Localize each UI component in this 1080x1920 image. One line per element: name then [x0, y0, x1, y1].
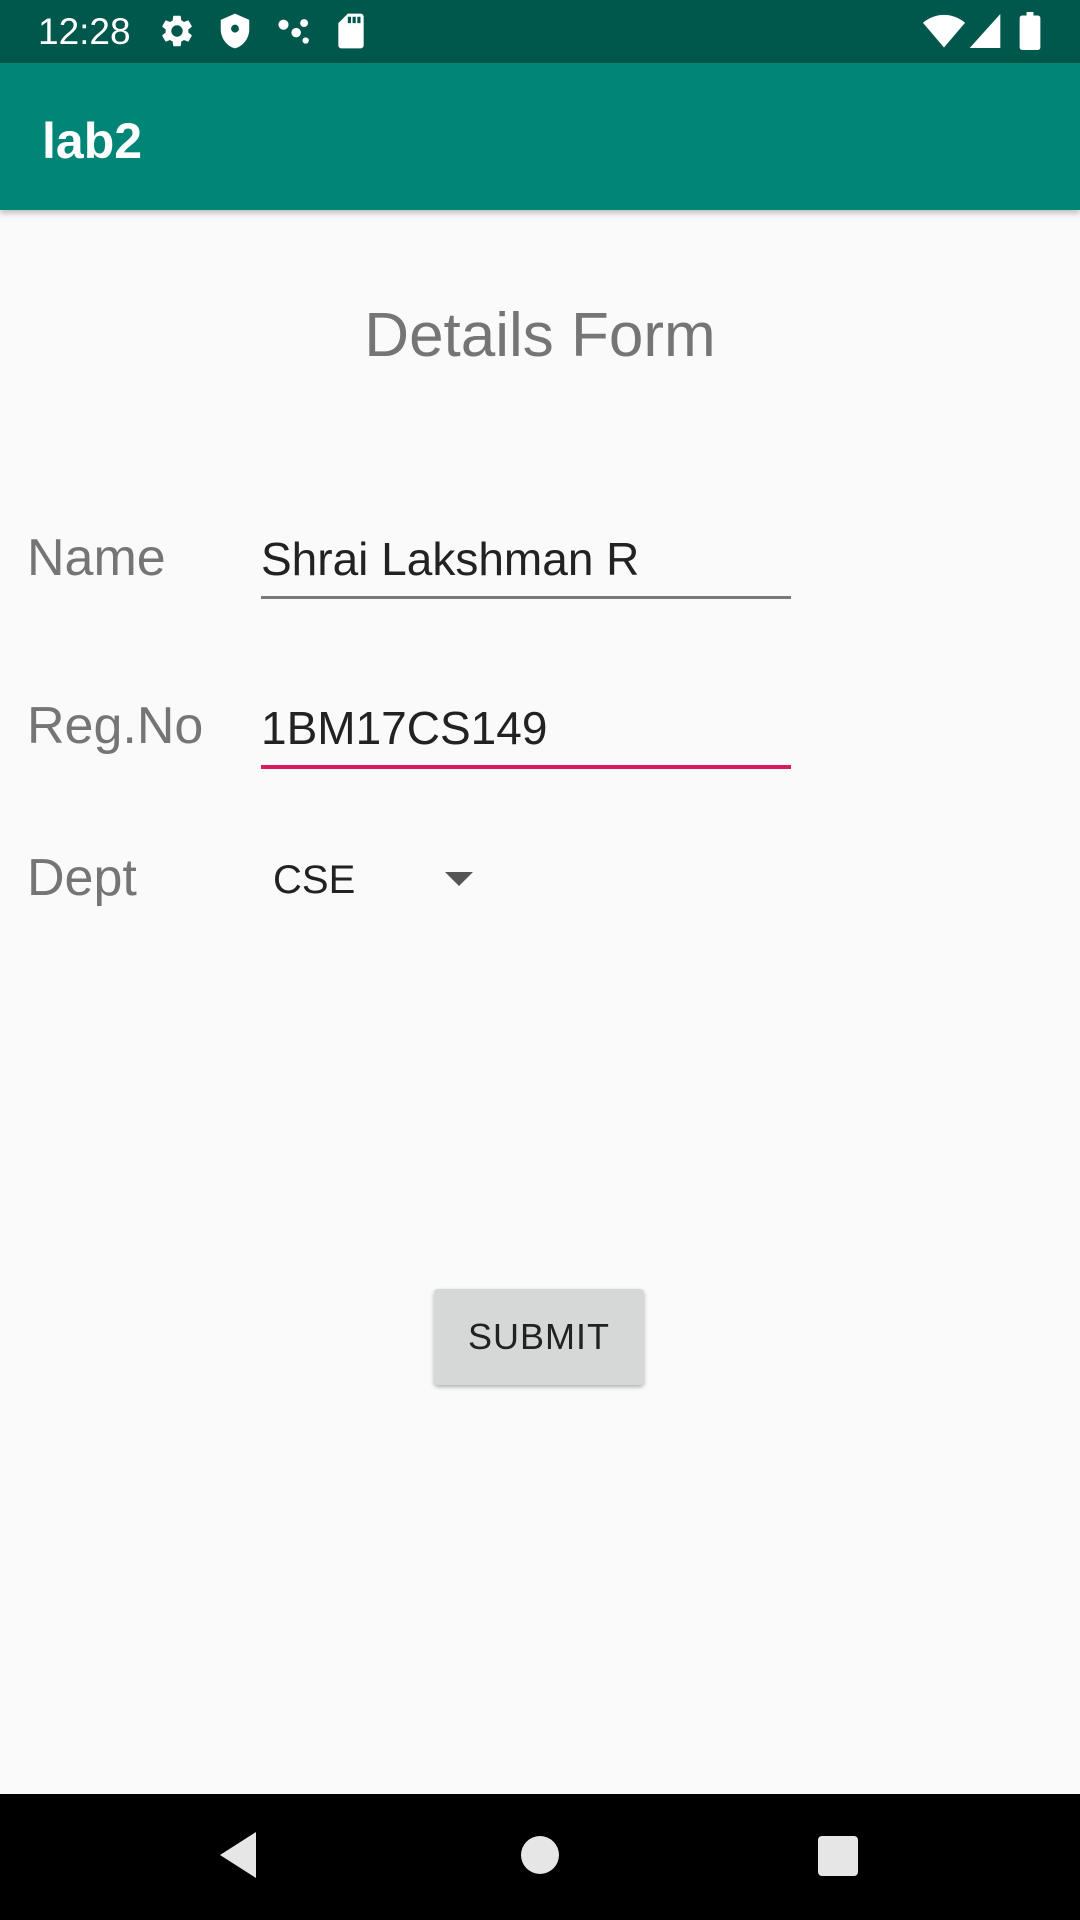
regno-label: Reg.No	[27, 697, 204, 755]
recents-icon[interactable]	[817, 1830, 859, 1880]
name-label: Name	[27, 529, 166, 587]
settings-icon	[162, 15, 192, 47]
back-icon[interactable]	[216, 1830, 260, 1880]
share-dots-icon	[278, 19, 309, 44]
dept-selected-value: CSE	[273, 858, 356, 902]
form-title: Details Form	[364, 301, 716, 370]
status-time: 12:28	[38, 11, 131, 52]
status-bar: 12:28	[0, 0, 1080, 63]
app-title: lab2	[42, 113, 143, 169]
submit-button[interactable]: SUBMIT	[434, 1289, 644, 1385]
signal-icon	[969, 14, 1001, 48]
dept-dropdown[interactable]: CSE	[261, 850, 491, 910]
dropdown-arrow-icon	[445, 872, 473, 886]
home-icon[interactable]	[519, 1830, 561, 1880]
wifi-icon	[922, 14, 966, 48]
sd-card-icon	[338, 13, 364, 49]
name-input[interactable]	[261, 526, 791, 599]
battery-icon	[1019, 12, 1041, 50]
dept-label: Dept	[27, 849, 137, 907]
shield-icon	[220, 13, 250, 49]
navigation-bar	[0, 1794, 1080, 1920]
regno-input[interactable]	[261, 695, 791, 769]
app-bar: lab2	[0, 63, 1080, 210]
